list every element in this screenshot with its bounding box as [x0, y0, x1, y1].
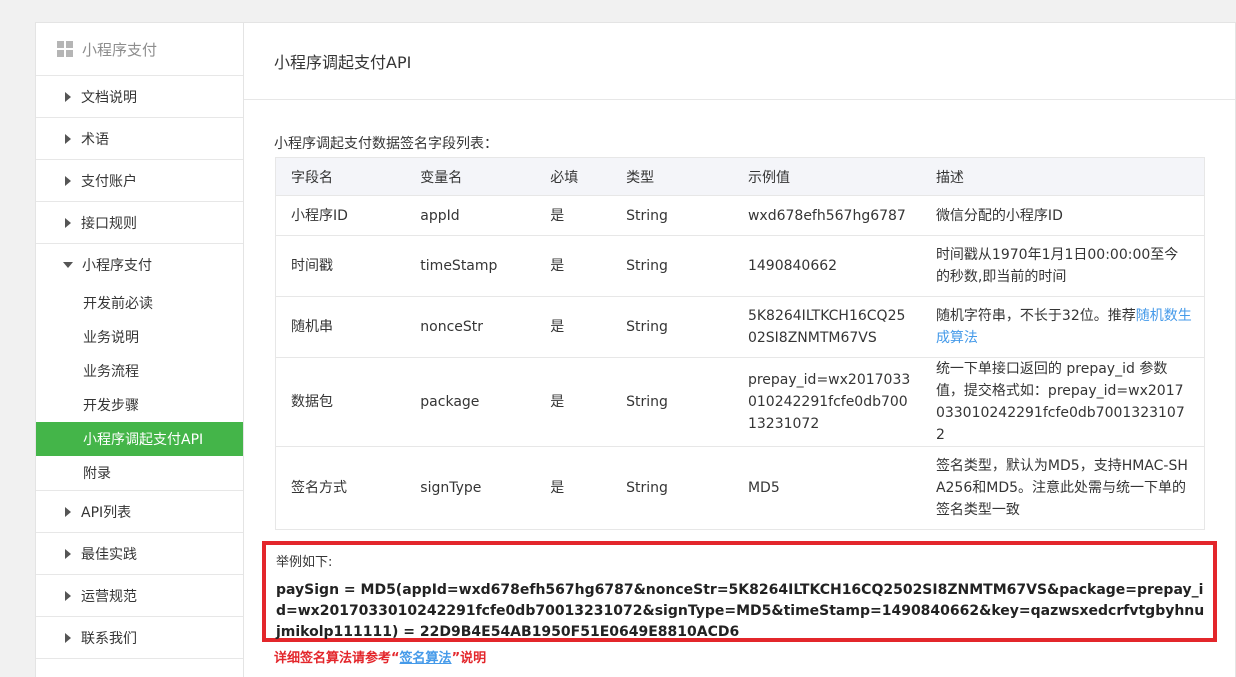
sidebar-subitem-appendix[interactable]: 附录: [36, 456, 243, 491]
cell-name: 数据包: [275, 357, 406, 447]
cell-desc: 签名类型，默认为MD5，支持HMAC-SHA256和MD5。注意此处需与统一下单…: [920, 446, 1205, 530]
sidebar-subitem-steps[interactable]: 开发步骤: [36, 388, 243, 422]
cell-required: 是: [535, 296, 612, 358]
sidebar-item-docs[interactable]: 文档说明: [36, 76, 243, 118]
col-header: 示例值: [732, 157, 921, 196]
cell-required: 是: [535, 195, 612, 236]
sidebar-item-best-practice[interactable]: 最佳实践: [36, 533, 243, 575]
cell-type: String: [611, 296, 733, 358]
table-row: 时间戳 timeStamp 是 String 1490840662 时间戳从19…: [275, 235, 1205, 297]
col-header: 变量名: [405, 157, 536, 196]
table-header-row: 字段名 变量名 必填 类型 示例值 描述: [275, 157, 1205, 196]
table-row: 随机串 nonceStr 是 String 5K8264ILTKCH16CQ25…: [275, 296, 1205, 358]
cell-example: wxd678efh567hg6787: [732, 195, 921, 236]
caret-right-icon: [65, 91, 71, 102]
cell-type: String: [611, 446, 733, 530]
sidebar-subitem-prereading[interactable]: 开发前必读: [36, 286, 243, 320]
cell-type: String: [611, 195, 733, 236]
cell-desc: 随机字符串，不长于32位。推荐随机数生成算法: [920, 296, 1205, 358]
note-suffix: ”说明: [451, 651, 487, 666]
cell-example: prepay_id=wx2017033010242291fcfe0db70013…: [732, 357, 921, 447]
desc-text: 随机字符串，不长于32位。推荐: [935, 308, 1136, 324]
cell-desc: 时间戳从1970年1月1日00:00:00至今的秒数,即当前的时间: [920, 235, 1205, 297]
cell-var: package: [405, 357, 536, 447]
sidebar-item-label: 接口规则: [81, 215, 137, 232]
cell-required: 是: [535, 235, 612, 297]
sidebar-item-label: API列表: [81, 504, 132, 521]
caret-down-icon: [63, 262, 73, 268]
sidebar-item-label: 最佳实践: [81, 546, 137, 563]
cell-desc: 微信分配的小程序ID: [920, 195, 1205, 236]
caret-right-icon: [65, 632, 71, 643]
cell-name: 小程序ID: [275, 195, 406, 236]
cell-desc: 统一下单接口返回的 prepay_id 参数值，提交格式如：prepay_id=…: [920, 357, 1205, 447]
example-label: 举例如下:: [276, 555, 333, 570]
cell-var: signType: [405, 446, 536, 530]
sidebar-item-terms[interactable]: 术语: [36, 118, 243, 160]
example-code: paySign = MD5(appId=wxd678efh567hg6787&n…: [276, 582, 1205, 640]
cell-type: String: [611, 357, 733, 447]
sidebar-item-contact[interactable]: 联系我们: [36, 617, 243, 659]
cell-example: 5K8264ILTKCH16CQ2502SI8ZNMTM67VS: [732, 296, 921, 358]
col-header: 描述: [920, 157, 1205, 196]
table-intro: 小程序调起支付数据签名字段列表：: [274, 136, 498, 152]
cell-example: MD5: [732, 446, 921, 530]
sidebar-subitem-flow[interactable]: 业务流程: [36, 354, 243, 388]
sidebar-item-rules[interactable]: 接口规则: [36, 202, 243, 244]
sidebar-item-operations[interactable]: 运营规范: [36, 575, 243, 617]
sidebar-header: 小程序支付: [36, 23, 243, 76]
table-row: 数据包 package 是 String prepay_id=wx2017033…: [275, 357, 1205, 447]
col-header: 类型: [611, 157, 733, 196]
cell-var: nonceStr: [405, 296, 536, 358]
caret-right-icon: [65, 590, 71, 601]
sidebar-item-label: 文档说明: [81, 89, 137, 106]
sidebar-item-api-list[interactable]: API列表: [36, 491, 243, 533]
note-prefix: 详细签名算法请参考“: [274, 651, 400, 666]
col-header: 字段名: [275, 157, 406, 196]
table-row: 小程序ID appId 是 String wxd678efh567hg6787 …: [275, 195, 1205, 236]
caret-right-icon: [65, 217, 71, 228]
sidebar-item-label: 小程序支付: [82, 258, 152, 274]
cell-var: appId: [405, 195, 536, 236]
table-row: 签名方式 signType 是 String MD5 签名类型，默认为MD5，支…: [275, 446, 1205, 530]
cell-name: 签名方式: [275, 446, 406, 530]
caret-right-icon: [65, 175, 71, 186]
sidebar-subitem-pay-api[interactable]: 小程序调起支付API: [36, 422, 243, 456]
sidebar-item-label: 运营规范: [81, 588, 137, 605]
sign-algorithm-link[interactable]: 签名算法: [400, 651, 452, 666]
cell-example: 1490840662: [732, 235, 921, 297]
sign-algorithm-note: 详细签名算法请参考“签名算法”说明: [274, 647, 486, 666]
cell-name: 随机串: [275, 296, 406, 358]
caret-right-icon: [65, 506, 71, 517]
sidebar-subitem-business[interactable]: 业务说明: [36, 320, 243, 354]
sidebar-item-label: 联系我们: [81, 630, 137, 647]
caret-right-icon: [65, 548, 71, 559]
caret-right-icon: [65, 133, 71, 144]
sidebar-item-label: 支付账户: [81, 173, 137, 190]
cell-type: String: [611, 235, 733, 297]
sidebar-item-label: 术语: [81, 131, 109, 148]
sign-fields-table: 字段名 变量名 必填 类型 示例值 描述 小程序ID appId 是 Strin…: [275, 157, 1205, 530]
sidebar-title: 小程序支付: [82, 40, 158, 59]
sidebar-item-accounts[interactable]: 支付账户: [36, 160, 243, 202]
page-title: 小程序调起支付API: [244, 23, 1235, 100]
sidebar-group-miniprogram-pay[interactable]: 小程序支付: [36, 244, 243, 286]
main-content: 小程序调起支付API 小程序调起支付数据签名字段列表： 字段名 变量名 必填 类…: [243, 22, 1236, 677]
cell-required: 是: [535, 357, 612, 447]
example-highlight-box: 举例如下: paySign = MD5(appId=wxd678efh567hg…: [262, 541, 1217, 642]
cell-name: 时间戳: [275, 235, 406, 297]
cell-required: 是: [535, 446, 612, 530]
sidebar: 小程序支付 文档说明 术语 支付账户 接口规则 小程序支付 开发前必读 业务说明…: [35, 22, 243, 677]
col-header: 必填: [535, 157, 612, 196]
grid-icon: [57, 41, 73, 57]
cell-var: timeStamp: [405, 235, 536, 297]
